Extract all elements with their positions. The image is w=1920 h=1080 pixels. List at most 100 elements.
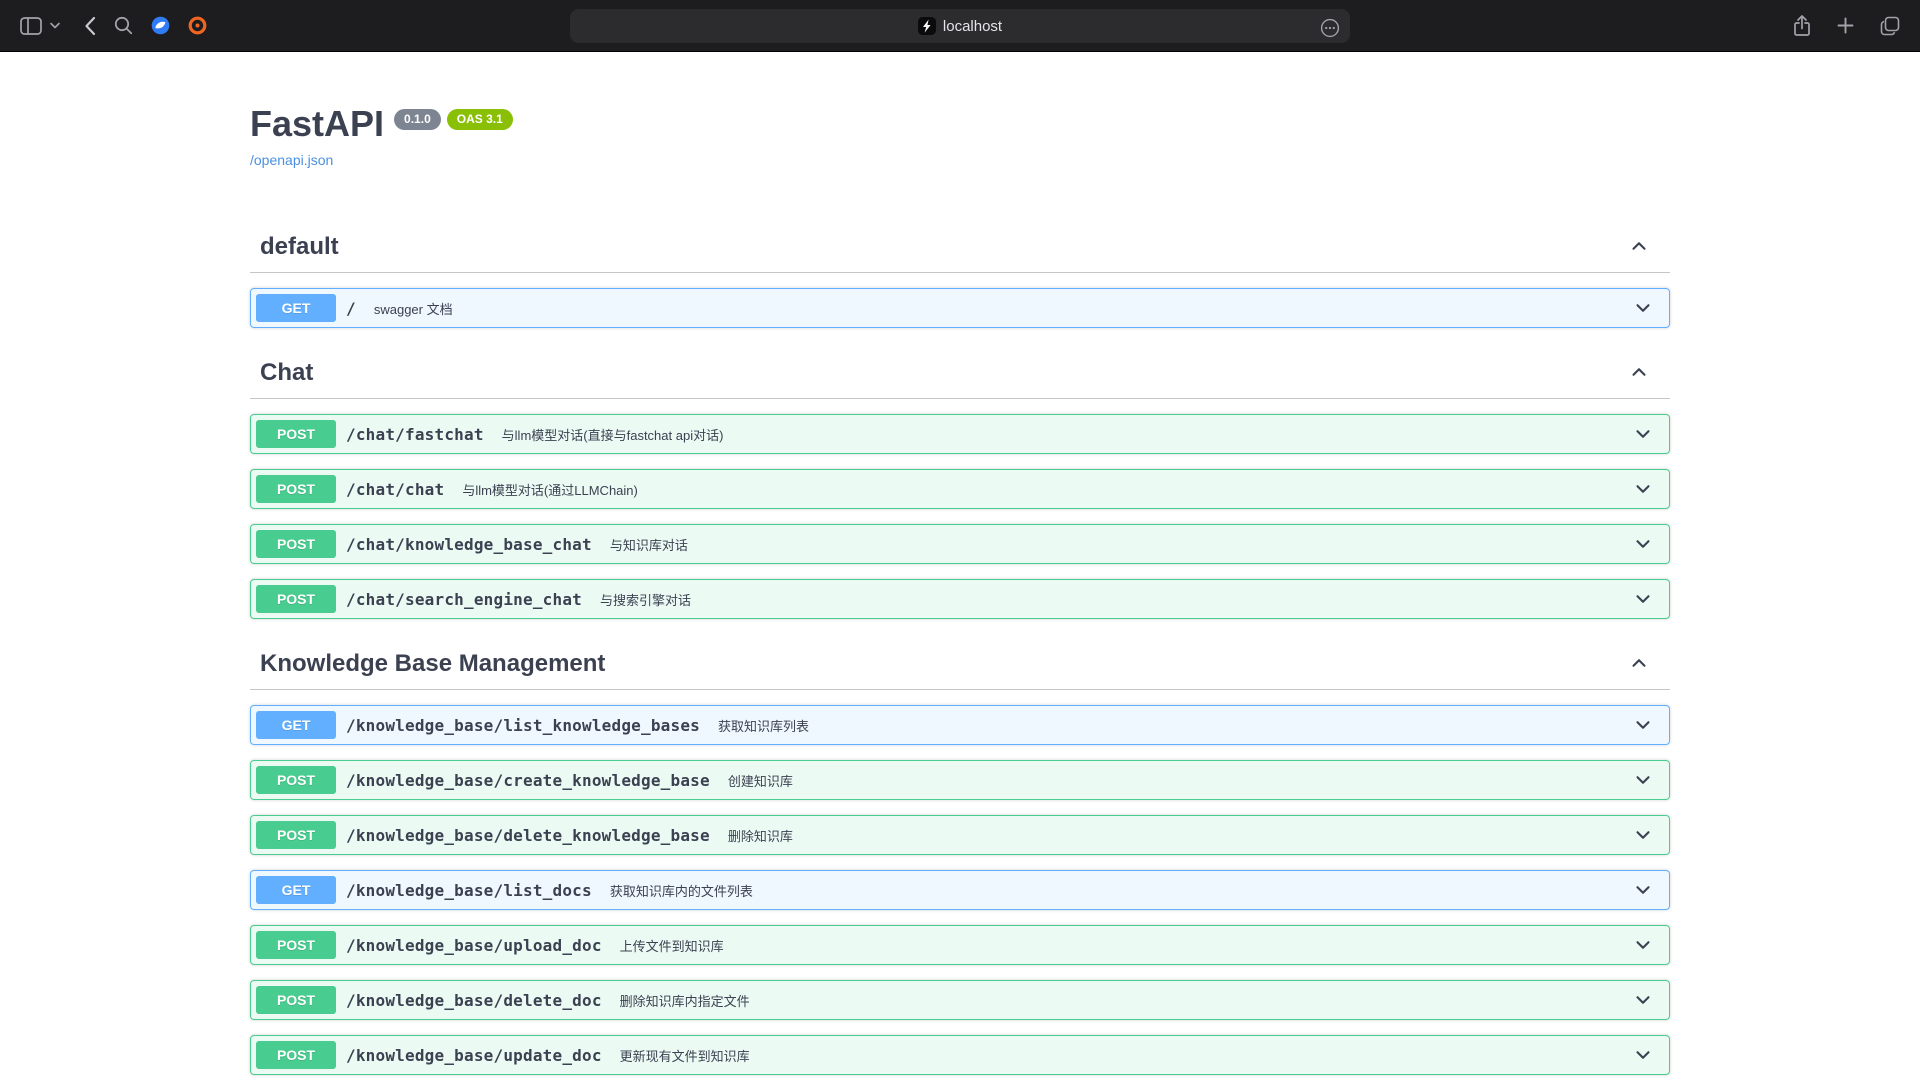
operation-path: /knowledge_base/list_docs: [346, 881, 592, 900]
method-badge: POST: [256, 821, 336, 849]
tabs-overview-icon: [1880, 16, 1900, 36]
operation-summary[interactable]: POST/knowledge_base/update_doc更新现有文件到知识库: [251, 1036, 1669, 1074]
chevron-up-icon: [1628, 361, 1650, 386]
chevron-down-icon: [1632, 769, 1664, 791]
operation-row: POST/knowledge_base/delete_doc 删除知识库内指定文件: [250, 980, 1670, 1020]
operation-summary[interactable]: POST/knowledge_base/delete_doc 删除知识库内指定文件: [251, 981, 1669, 1019]
operation-path: /knowledge_base/create_knowledge_base: [346, 771, 710, 790]
openapi-spec-link[interactable]: /openapi.json: [250, 152, 333, 168]
browser-toolbar: localhost: [0, 0, 1920, 52]
chevron-down-icon: [1632, 879, 1664, 901]
operation-row: POST/knowledge_base/delete_knowledge_bas…: [250, 815, 1670, 855]
sidebar-icon: [20, 17, 42, 35]
chevron-down-icon: [1632, 478, 1664, 500]
plus-icon: [1837, 17, 1854, 34]
section-header[interactable]: Chat: [250, 348, 1670, 399]
operation-row: POST/chat/fastchat与llm模型对话(直接与fastchat a…: [250, 414, 1670, 454]
method-badge: GET: [256, 876, 336, 904]
operation-row: POST/chat/knowledge_base_chat 与知识库对话: [250, 524, 1670, 564]
chevron-up-icon: [1628, 235, 1650, 260]
operation-row: POST/knowledge_base/create_knowledge_bas…: [250, 760, 1670, 800]
operation-description: 获取知识库内的文件列表: [610, 881, 1632, 900]
method-badge: POST: [256, 585, 336, 613]
page-settings-button[interactable]: [1318, 16, 1342, 40]
method-badge: POST: [256, 931, 336, 959]
method-badge: POST: [256, 475, 336, 503]
chevron-down-icon: [1632, 588, 1664, 610]
operation-row: POST/knowledge_base/update_doc更新现有文件到知识库: [250, 1035, 1670, 1075]
method-badge: GET: [256, 294, 336, 322]
blue-app-favicon-icon: [151, 16, 170, 35]
version-badge: 0.1.0: [394, 109, 441, 131]
operation-summary[interactable]: POST/chat/chat与llm模型对话(通过LLMChain): [251, 470, 1669, 508]
operation-description: 上传文件到知识库: [620, 936, 1632, 955]
method-badge: POST: [256, 986, 336, 1014]
chevron-down-icon: [1632, 824, 1664, 846]
operation-list: GET/swagger 文档: [250, 278, 1670, 348]
section-collapse-button[interactable]: [1628, 361, 1650, 386]
back-button[interactable]: [82, 14, 98, 38]
api-info: FastAPI0.1.0OAS 3.1 /openapi.json: [250, 52, 1670, 170]
operation-summary[interactable]: POST/knowledge_base/upload_doc上传文件到知识库: [251, 926, 1669, 964]
search-icon: [114, 16, 133, 35]
operation-description: 删除知识库: [728, 826, 1632, 845]
operation-summary[interactable]: POST/chat/knowledge_base_chat 与知识库对话: [251, 525, 1669, 563]
operation-summary[interactable]: POST/knowledge_base/create_knowledge_bas…: [251, 761, 1669, 799]
operation-path: /chat/search_engine_chat: [346, 590, 582, 609]
site-favicon-icon: [918, 17, 936, 35]
method-badge: POST: [256, 766, 336, 794]
chevron-down-icon: [1632, 533, 1664, 555]
share-button[interactable]: [1791, 13, 1813, 39]
operation-summary[interactable]: GET/swagger 文档: [251, 289, 1669, 327]
api-title: FastAPI: [250, 103, 384, 144]
chevron-left-icon: [84, 16, 96, 36]
address-bar-url: localhost: [943, 18, 1002, 35]
operation-path: /chat/knowledge_base_chat: [346, 535, 592, 554]
tab-overview-button[interactable]: [1878, 14, 1902, 38]
section-header[interactable]: default: [250, 222, 1670, 273]
operation-description: 与知识库对话: [610, 535, 1632, 554]
toolbar-left-group: [18, 14, 209, 38]
address-bar[interactable]: localhost: [570, 9, 1350, 43]
method-badge: POST: [256, 530, 336, 558]
operation-summary[interactable]: POST/chat/fastchat与llm模型对话(直接与fastchat a…: [251, 415, 1669, 453]
section-collapse-button[interactable]: [1628, 235, 1650, 260]
api-section: Chat POST/chat/fastchat与llm模型对话(直接与fastch…: [250, 348, 1670, 639]
page-title: FastAPI0.1.0OAS 3.1: [250, 102, 1670, 145]
operation-summary[interactable]: POST/knowledge_base/delete_knowledge_bas…: [251, 816, 1669, 854]
pinned-tab-orange-button[interactable]: [186, 14, 209, 37]
operation-row: POST/knowledge_base/upload_doc上传文件到知识库: [250, 925, 1670, 965]
section-header[interactable]: Knowledge Base Management: [250, 639, 1670, 690]
chevron-up-icon: [1628, 652, 1650, 677]
operation-path: /knowledge_base/delete_doc: [346, 991, 602, 1010]
operation-description: 获取知识库列表: [718, 716, 1632, 735]
chevron-down-icon: [50, 22, 60, 29]
operation-summary[interactable]: GET/knowledge_base/list_docs 获取知识库内的文件列表: [251, 871, 1669, 909]
operation-path: /chat/fastchat: [346, 425, 484, 444]
operation-description: 创建知识库: [728, 771, 1632, 790]
chevron-down-icon: [1632, 989, 1664, 1011]
operation-path: /chat/chat: [346, 480, 444, 499]
operation-path: /knowledge_base/update_doc: [346, 1046, 602, 1065]
operation-description: 与搜索引擎对话: [600, 590, 1632, 609]
share-icon: [1793, 15, 1811, 37]
sidebar-toggle-button[interactable]: [18, 15, 44, 37]
operation-description: 删除知识库内指定文件: [620, 991, 1632, 1010]
operation-summary[interactable]: POST/chat/search_engine_chat 与搜索引擎对话: [251, 580, 1669, 618]
section-collapse-button[interactable]: [1628, 652, 1650, 677]
operation-row: GET/swagger 文档: [250, 288, 1670, 328]
section-title: default: [260, 232, 339, 262]
pinned-tab-blue-button[interactable]: [149, 14, 172, 37]
chevron-down-icon: [1632, 423, 1664, 445]
method-badge: GET: [256, 711, 336, 739]
operation-description: 更新现有文件到知识库: [620, 1046, 1632, 1065]
api-section: Knowledge Base Management GET/knowledge_b…: [250, 639, 1670, 1080]
new-tab-button[interactable]: [1835, 15, 1856, 36]
api-section: default GET/swagger 文档: [250, 222, 1670, 348]
operation-summary[interactable]: GET/knowledge_base/list_knowledge_bases获…: [251, 706, 1669, 744]
section-title: Chat: [260, 358, 313, 388]
operation-row: GET/knowledge_base/list_docs 获取知识库内的文件列表: [250, 870, 1670, 910]
sidebar-menu-button[interactable]: [48, 20, 62, 31]
search-button[interactable]: [112, 14, 135, 37]
operation-description: swagger 文档: [374, 299, 1632, 318]
